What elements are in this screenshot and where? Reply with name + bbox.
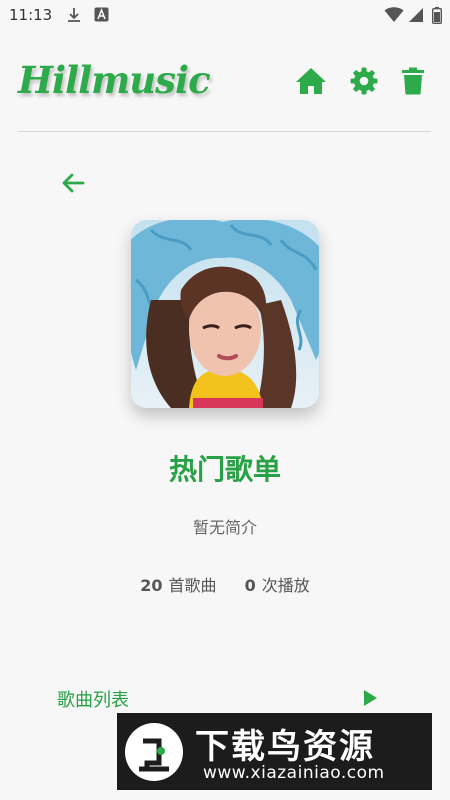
play-count-label: 次播放: [261, 576, 310, 595]
battery-icon: [431, 7, 443, 28]
signal-icon: [408, 7, 424, 27]
app-header: Hillmusic: [0, 30, 450, 132]
watermark-url: www.xiazainiao.com: [203, 763, 385, 783]
home-icon: [296, 68, 326, 94]
header-divider: [18, 131, 431, 132]
watermark-banner: 下载鸟资源 www.xiazainiao.com: [117, 713, 432, 790]
settings-button[interactable]: [347, 64, 381, 98]
arrow-left-icon: [62, 173, 85, 193]
wifi-icon: [384, 7, 404, 27]
home-button[interactable]: [294, 64, 328, 98]
watermark-logo-icon: [125, 723, 183, 781]
notification-app-icon: [94, 7, 109, 26]
status-time: 11:13: [9, 6, 53, 24]
playlist-cover: [131, 220, 319, 408]
gear-icon: [350, 67, 378, 95]
play-count: 0: [244, 576, 256, 595]
trash-icon: [402, 67, 424, 95]
song-list-label: 歌曲列表: [57, 690, 129, 711]
play-all-button[interactable]: [360, 688, 380, 708]
delete-button[interactable]: [396, 64, 430, 98]
song-count-label: 首歌曲: [168, 576, 217, 595]
back-button[interactable]: [56, 168, 90, 198]
status-bar: 11:13: [0, 0, 450, 30]
playlist-cover-image: [131, 220, 319, 408]
download-icon: [66, 7, 82, 27]
app-logo: Hillmusic: [18, 58, 211, 102]
play-icon: [364, 690, 377, 706]
song-count: 20: [140, 576, 163, 595]
playlist-stats: 20 首歌曲 0 次播放: [0, 572, 450, 596]
playlist-description: 暂无简介: [192, 518, 257, 537]
playlist-title: 热门歌单: [168, 453, 281, 486]
watermark-title: 下载鸟资源: [195, 727, 375, 767]
